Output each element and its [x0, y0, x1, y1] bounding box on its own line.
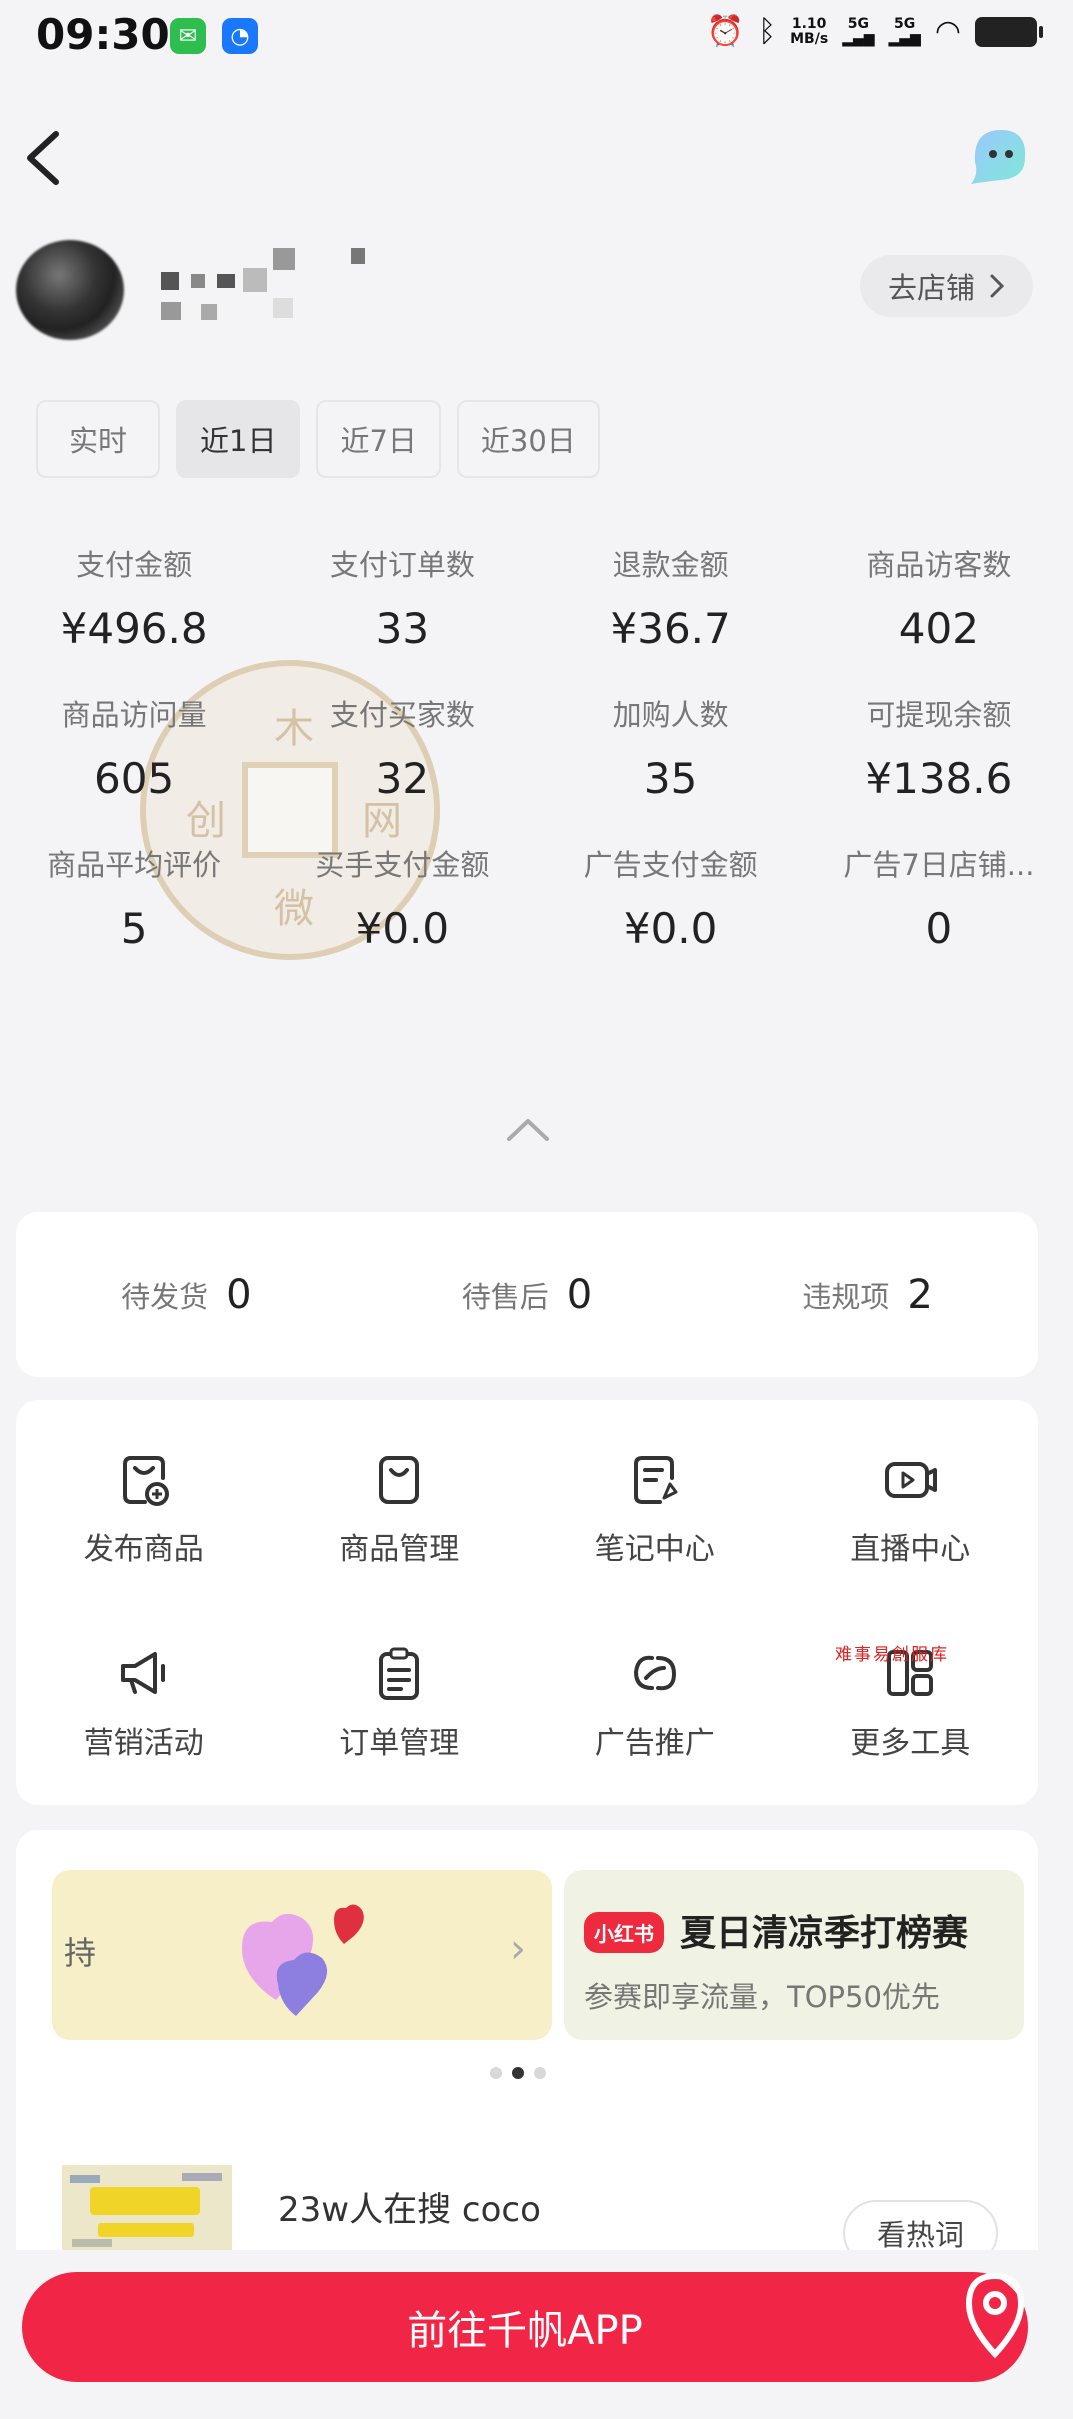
carousel-dot — [534, 2067, 546, 2079]
chevron-right-icon — [990, 274, 1005, 298]
wifi-icon: ◠ — [934, 14, 961, 49]
go-to-store-button[interactable]: 去店铺 — [859, 255, 1033, 317]
chevron-up-icon[interactable] — [505, 1115, 551, 1145]
status-bar: 09:30 ✉ ◔ ⏰ ᛒ 1.10 MB/s 5G ▂▄▆ 5G ▂▄▆ ◠ — [0, 0, 1073, 80]
pending-after-sales[interactable]: 待售后 0 — [462, 1272, 592, 1318]
go-to-store-label: 去店铺 — [887, 271, 975, 305]
megaphone-icon — [120, 1651, 165, 1694]
tool-more-tools[interactable]: 更多工具 — [783, 1642, 1039, 1806]
promo-banner-summer[interactable]: 小红书 夏日清凉季打榜赛 参赛即享流量，TOP50优先 — [564, 1870, 1024, 2040]
tab-30-days[interactable]: 近30日 — [456, 400, 600, 478]
note-icon — [633, 1456, 678, 1504]
battery-icon — [975, 16, 1043, 47]
metric-buyer-payment[interactable]: 买手支付金额 ¥0.0 — [268, 845, 536, 953]
metric-product-visitors[interactable]: 商品访客数 402 — [805, 545, 1073, 653]
metric-ad-7day-store[interactable]: 广告7日店铺... 0 — [805, 845, 1073, 953]
tool-live-center[interactable]: 直播中心 — [783, 1448, 1039, 1612]
status-icons: ⏰ ᛒ 1.10 MB/s 5G ▂▄▆ 5G ▂▄▆ ◠ — [706, 14, 1043, 49]
app-icon: ◔ — [222, 18, 258, 54]
promo-banner-left[interactable]: 持 › — [52, 1870, 552, 2040]
live-camera-icon — [885, 1462, 938, 1498]
wechat-icon: ✉ — [170, 18, 206, 54]
tab-1-day[interactable]: 近1日 — [176, 400, 301, 478]
tab-realtime[interactable]: 实时 — [36, 400, 160, 478]
carousel-indicator — [490, 2067, 546, 2079]
assistant-bot-icon[interactable] — [965, 122, 1035, 188]
alarm-icon: ⏰ — [706, 14, 745, 49]
date-range-tabs: 实时 近1日 近7日 近30日 — [36, 400, 600, 478]
banner-title: 夏日清凉季打榜赛 — [680, 1913, 969, 1954]
shop-avatar — [16, 240, 124, 340]
xiaohongshu-logo: 小红书 — [584, 1912, 664, 1953]
banner-subtitle: 参赛即享流量，TOP50优先 — [584, 1980, 940, 2014]
metric-average-rating[interactable]: 商品平均评价 5 — [0, 845, 268, 953]
tool-note-center[interactable]: 笔记中心 — [527, 1448, 783, 1612]
hot-search-text: 23w人在搜 coco — [278, 2190, 541, 2230]
metric-product-views[interactable]: 商品访问量 605 — [0, 695, 268, 803]
watermark-note: 难事易創服库 — [835, 1645, 949, 1665]
location-pin-icon[interactable] — [957, 2270, 1033, 2360]
bluetooth-icon: ᛒ — [758, 14, 777, 49]
shop-name-blurred — [155, 240, 375, 340]
tool-product-management[interactable]: 商品管理 — [272, 1448, 528, 1612]
pending-tasks-card: 待发货 0 待售后 0 违规项 2 — [16, 1212, 1038, 1377]
go-to-qianfan-app-button[interactable]: 前往千帆APP — [22, 2272, 1028, 2382]
clipboard-icon — [379, 1647, 420, 1700]
network-speed: 1.10 MB/s — [790, 15, 829, 47]
tab-7-days[interactable]: 近7日 — [316, 400, 441, 478]
carousel-dot-active — [512, 2067, 524, 2079]
tool-order-management[interactable]: 订单管理 — [272, 1642, 528, 1806]
metric-paying-buyers[interactable]: 支付买家数 32 — [268, 695, 536, 803]
back-icon[interactable] — [18, 128, 68, 188]
tools-grid-card: 发布商品 商品管理 笔记中心 直播中心 营销活动 订单管理 广告推广 更多工具 — [16, 1400, 1038, 1805]
violations[interactable]: 违规项 2 — [802, 1272, 932, 1318]
chevron-right-icon: › — [510, 1926, 526, 1972]
hearts-illustration — [242, 1904, 364, 2016]
tool-ad-promotion[interactable]: 广告推广 — [527, 1642, 783, 1806]
promo-card: 持 › 小红书 夏日清凉季打榜赛 参赛即享流量，TOP50优先 23w人在搜 c… — [16, 1830, 1038, 2266]
metric-refund-amount[interactable]: 退款金额 ¥36.7 — [537, 545, 805, 653]
metric-add-to-cart[interactable]: 加购人数 35 — [537, 695, 805, 803]
signal-icon: 5G ▂▄▆ — [842, 15, 875, 47]
tool-marketing[interactable]: 营销活动 — [16, 1642, 272, 1806]
metric-payment-amount[interactable]: 支付金额 ¥496.8 — [0, 545, 268, 653]
metric-withdrawable-balance[interactable]: 可提现余额 ¥138.6 — [805, 695, 1073, 803]
metrics-grid: 支付金额 ¥496.8 支付订单数 33 退款金额 ¥36.7 商品访客数 402 商品… — [0, 545, 1073, 953]
signal-icon-2: 5G ▂▄▆ — [888, 15, 921, 47]
tool-publish-product[interactable]: 发布商品 — [16, 1448, 272, 1612]
metric-ad-payment[interactable]: 广告支付金额 ¥0.0 — [537, 845, 805, 953]
pending-shipment[interactable]: 待发货 0 — [121, 1272, 251, 1318]
metric-payment-orders[interactable]: 支付订单数 33 — [268, 545, 536, 653]
ad-promo-icon — [633, 1655, 676, 1690]
status-time: 09:30 — [36, 10, 170, 59]
hot-search-thumbnail — [62, 2165, 232, 2255]
carousel-dot — [490, 2067, 502, 2079]
product-bag-icon — [379, 1456, 420, 1504]
publish-product-icon — [122, 1456, 169, 1506]
